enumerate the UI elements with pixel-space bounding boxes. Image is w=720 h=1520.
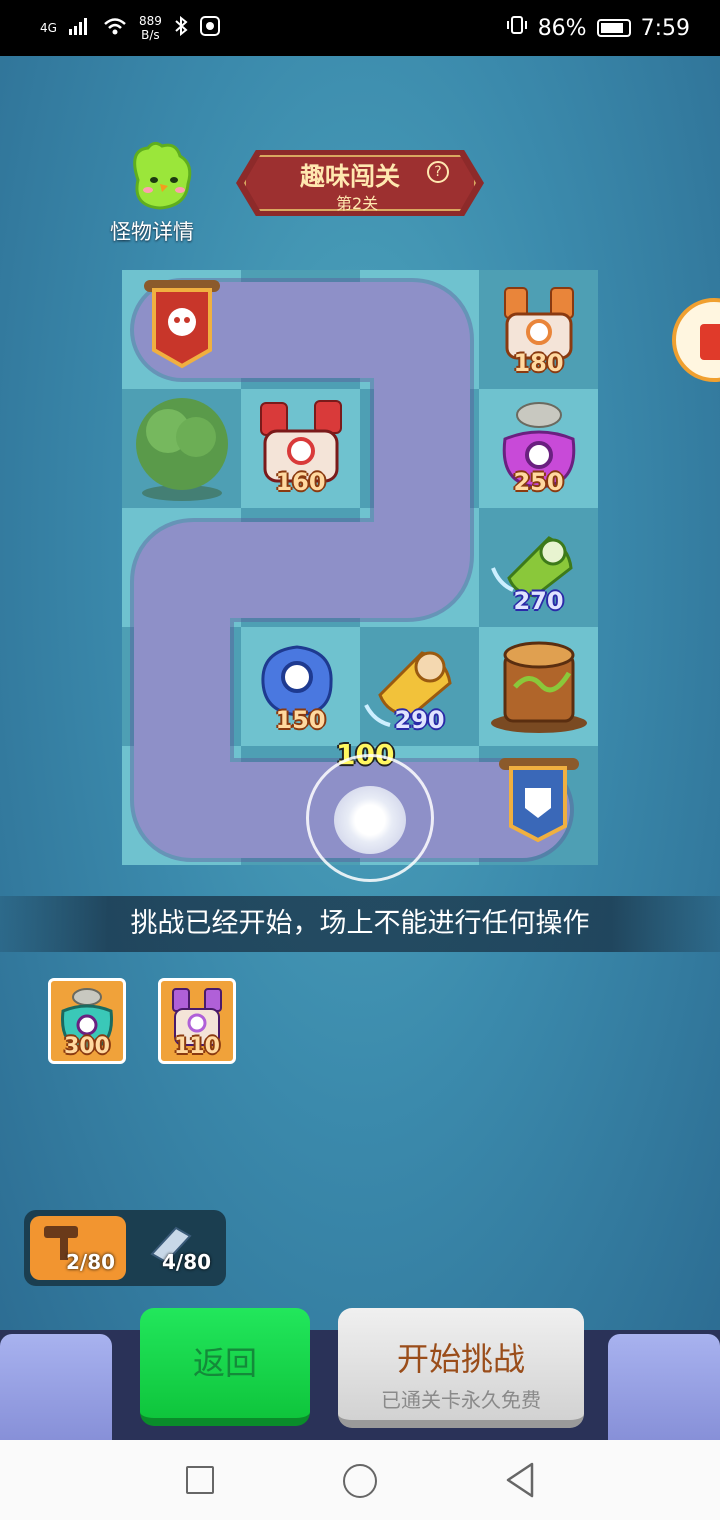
network-speed: 889 B/s: [139, 14, 162, 42]
tower-value: 290: [394, 706, 445, 734]
network-label: 4G: [40, 21, 57, 35]
green-bell-tower-icon[interactable]: 270: [479, 508, 598, 627]
battery-percent: 86%: [537, 15, 587, 41]
dice-tower-icon[interactable]: 180: [479, 270, 598, 389]
back-button[interactable]: 返回: [140, 1308, 310, 1426]
back-nav-icon[interactable]: [504, 1462, 536, 1502]
tower-value: 180: [513, 349, 564, 377]
tree-icon: [122, 389, 241, 508]
clock: 7:59: [640, 15, 690, 41]
battery-icon: [596, 19, 631, 37]
help-icon[interactable]: ?: [427, 161, 449, 183]
home-icon[interactable]: [343, 1464, 377, 1498]
right-side-button[interactable]: [608, 1334, 720, 1440]
level-title: 趣味闯关: [300, 162, 401, 191]
skull-banner-icon[interactable]: [122, 270, 241, 389]
shield-banner-icon: [479, 746, 598, 865]
joystick-knob[interactable]: [334, 786, 406, 854]
dice-tower-icon[interactable]: 160: [241, 389, 360, 508]
tower-value: 270: [513, 587, 564, 615]
start-challenge-sublabel: 已通关卡永久免费: [381, 1388, 541, 1412]
tower-value: 250: [513, 468, 564, 496]
status-right: 86% 7:59: [506, 15, 690, 41]
status-bar: 4G 889 B/s 86% 7:59: [0, 0, 720, 56]
speed-unit: B/s: [141, 28, 160, 42]
level-subtitle: 第2关: [336, 194, 379, 213]
wifi-icon: [103, 16, 127, 40]
tree-stump-icon: [479, 627, 598, 746]
start-challenge-label: 开始挑战: [396, 1340, 525, 1378]
blue-pot-tower-icon[interactable]: 150: [241, 627, 360, 746]
tower-card[interactable]: 110: [158, 978, 236, 1064]
vibrate-icon: [506, 15, 528, 41]
card-value: 300: [64, 1034, 110, 1059]
ticket-count: 4/80: [162, 1250, 212, 1274]
signal-icon: [68, 16, 91, 40]
status-left: 4G 889 B/s: [40, 14, 220, 42]
bluetooth-icon: [174, 15, 188, 41]
status-message: 挑战已经开始，场上不能进行任何操作: [0, 896, 720, 952]
cactus-monster-icon[interactable]: [118, 140, 202, 212]
left-side-button[interactable]: [0, 1334, 112, 1440]
red-packet-badge[interactable]: [664, 290, 720, 390]
app-notification-icon: [199, 15, 220, 41]
tower-card[interactable]: 300: [48, 978, 126, 1064]
yellow-bell-tower-icon[interactable]: 290: [360, 627, 479, 746]
tower-value: 150: [275, 706, 326, 734]
rock-pot-tower-icon[interactable]: 250: [479, 389, 598, 508]
speed-value: 889: [138, 14, 162, 28]
recents-icon[interactable]: [186, 1466, 214, 1494]
card-value: 110: [174, 1034, 220, 1059]
monster-details-label[interactable]: 怪物详情: [110, 216, 194, 246]
hammer-count: 2/80: [66, 1250, 116, 1274]
tower-value: 160: [275, 468, 326, 496]
